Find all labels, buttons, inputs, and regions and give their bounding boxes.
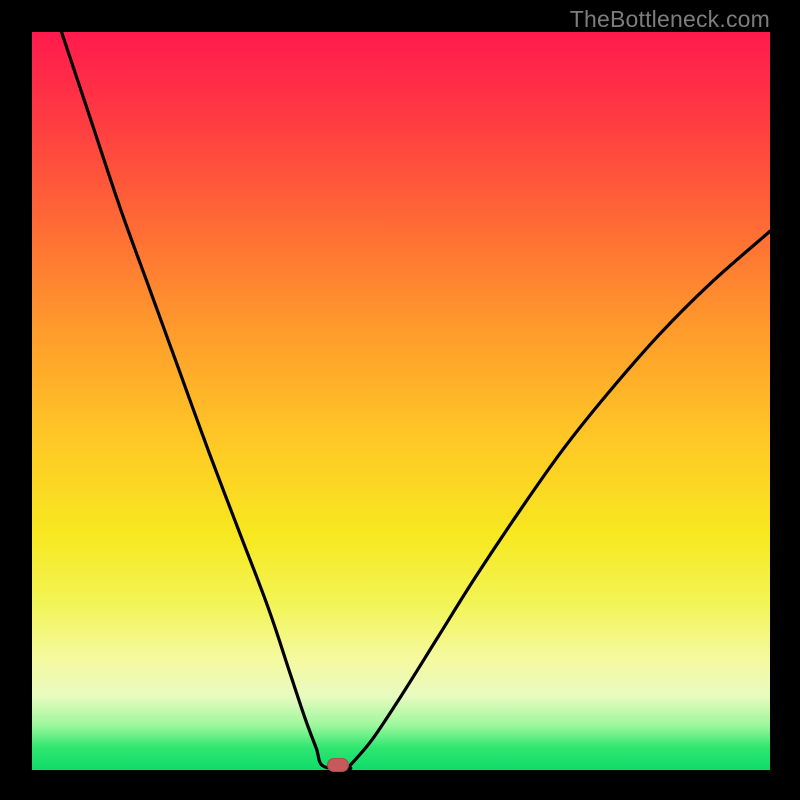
watermark-text: TheBottleneck.com [570,6,770,33]
plot-area [32,32,770,770]
bottleneck-curve [32,32,770,770]
optimal-point-marker [327,758,349,772]
chart-frame: TheBottleneck.com [0,0,800,800]
